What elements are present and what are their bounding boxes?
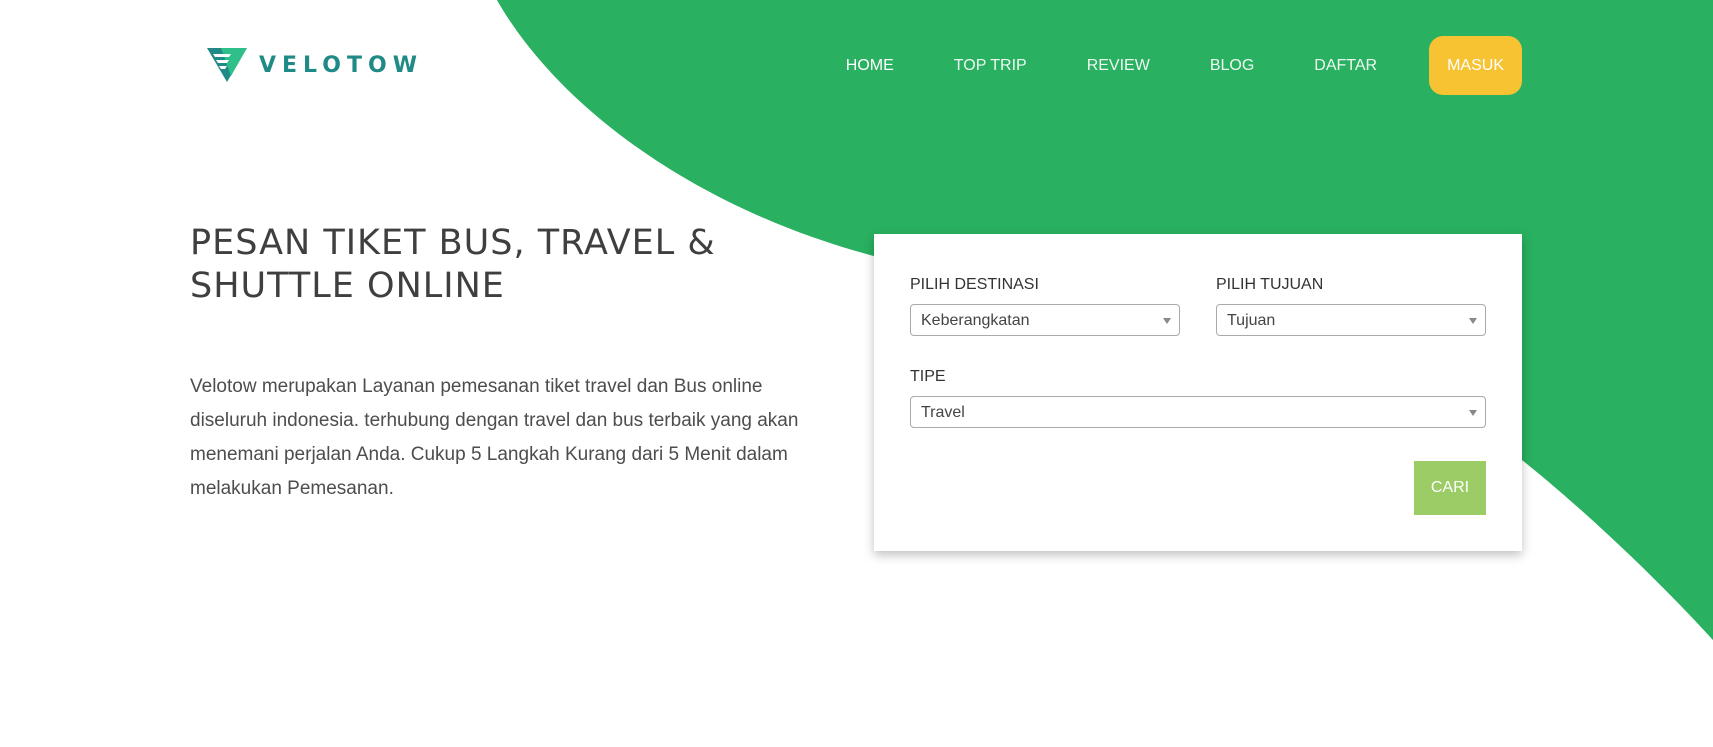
destination-select[interactable]: Keberangkatan [910,304,1180,336]
velotow-logo-icon [207,48,247,82]
brand-name: VELOTOW [259,52,423,78]
nav-item-daftar[interactable]: DAFTAR [1314,57,1377,75]
target-select[interactable]: Tujuan [1216,304,1486,336]
chevron-down-icon [1163,318,1171,324]
cari-button[interactable]: CARI [1414,461,1486,515]
target-label: PILIH TUJUAN [1216,276,1324,293]
destination-label: PILIH DESTINASI [910,276,1039,293]
chevron-down-icon [1469,410,1477,416]
brand-logo[interactable]: VELOTOW [207,46,423,84]
hero-title: PESAN TIKET BUS, TRAVEL & SHUTTLE ONLINE [190,223,716,306]
type-select-value: Travel [921,404,965,421]
nav-item-blog[interactable]: BLOG [1210,57,1254,75]
chevron-down-icon [1469,318,1477,324]
destination-select-value: Keberangkatan [921,312,1030,329]
main-nav: HOME TOP TRIP REVIEW BLOG DAFTAR MASUK [846,36,1522,95]
type-select[interactable]: Travel [910,396,1486,428]
nav-item-review[interactable]: REVIEW [1087,57,1150,75]
nav-item-home[interactable]: HOME [846,57,894,75]
search-card: PILIH DESTINASI Keberangkatan PILIH TUJU… [874,234,1522,551]
masuk-button[interactable]: MASUK [1429,36,1522,95]
page: VELOTOW HOME TOP TRIP REVIEW BLOG DAFTAR… [0,0,1713,747]
nav-item-top-trip[interactable]: TOP TRIP [954,57,1027,75]
hero-description: Velotow merupakan Layanan pemesanan tike… [190,376,799,499]
type-label: TIPE [910,368,946,385]
target-select-value: Tujuan [1227,312,1276,329]
